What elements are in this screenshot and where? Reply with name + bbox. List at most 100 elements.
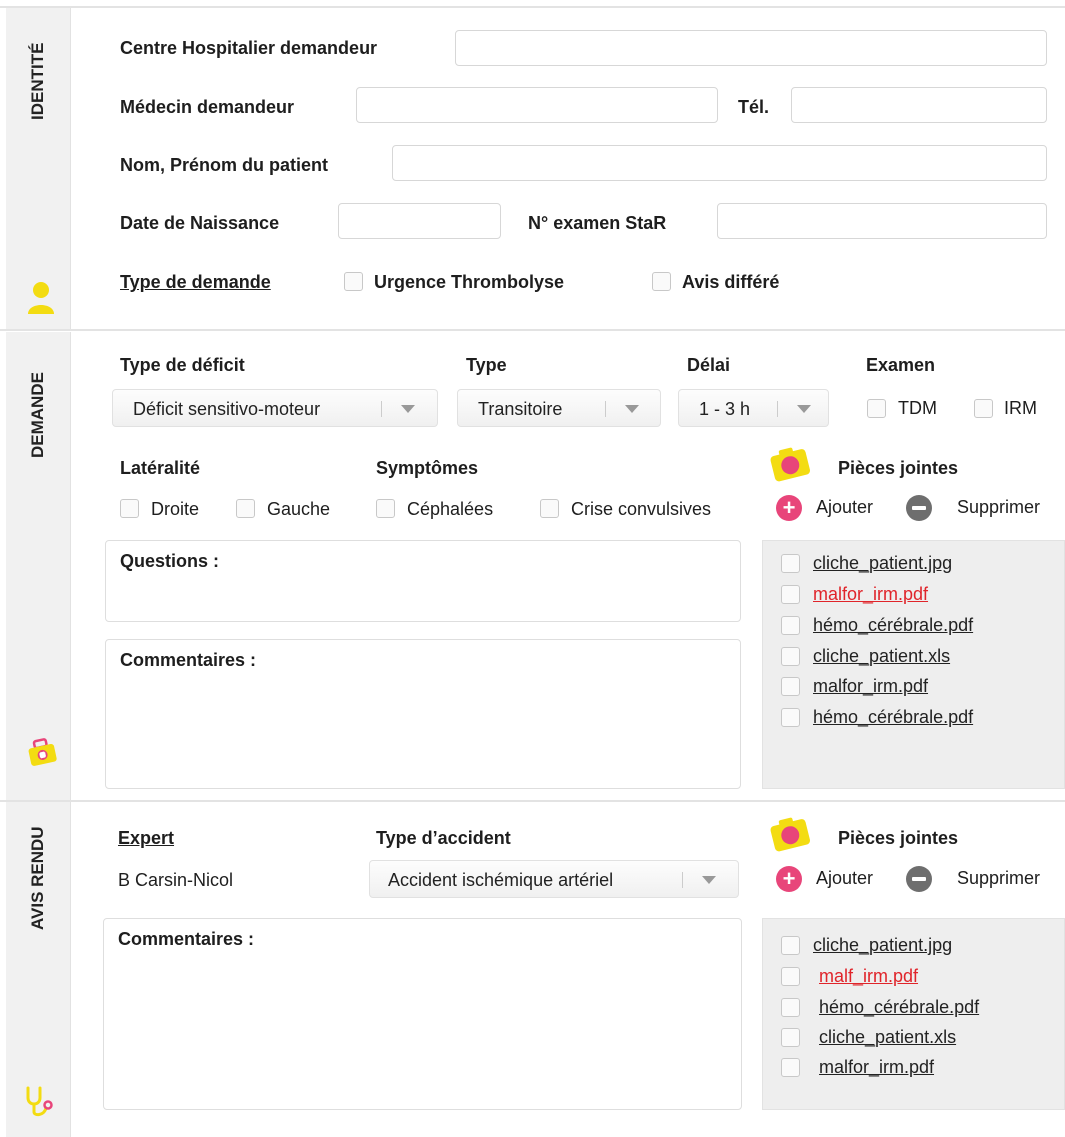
medkit-icon [28,738,57,766]
urgence-label: Urgence Thrombolyse [374,272,565,292]
demande-commentaires-textarea[interactable]: Commentaires : [105,639,741,789]
commentaires-label: Commentaires : [118,929,255,949]
gauche-checkbox[interactable] [236,499,255,518]
examen-star-label: N° examen StaR [528,213,667,233]
remove-attachment-button[interactable] [906,866,932,892]
examen-label: Examen [866,355,936,375]
attachment-link[interactable]: malf_irm.pdf [819,966,918,987]
chevron-down-icon [401,405,415,413]
gauche-label: Gauche [267,499,331,519]
section-divider [0,800,1065,802]
commentaires-label: Commentaires : [120,650,257,670]
naissance-input[interactable] [338,203,501,239]
type-label: Type [466,355,507,375]
pieces-jointes-label: Pièces jointes [838,828,959,848]
attachment-checkbox[interactable] [781,1058,800,1077]
tab-avis-rendu-label: AVIS RENDU [28,826,47,930]
chevron-down-icon [702,876,716,884]
irm-label: IRM [1004,398,1037,418]
examen-star-input[interactable] [717,203,1047,239]
tdm-label: TDM [898,398,937,418]
attachment-checkbox[interactable] [781,585,800,604]
ajouter-label[interactable]: Ajouter [816,497,873,518]
attachment-link[interactable]: cliche_patient.xls [813,646,950,667]
add-attachment-button[interactable]: + [776,495,802,521]
tab-identite[interactable]: IDENTITÉ [6,8,71,330]
tab-demande-label: DEMANDE [28,372,47,458]
attachment-link[interactable]: hémo_cérébrale.pdf [813,707,973,728]
attachment-link[interactable]: hémo_cérébrale.pdf [819,997,979,1018]
centre-hospitalier-input[interactable] [455,30,1047,66]
medecin-label: Médecin demandeur [120,97,295,117]
symptomes-label: Symptômes [376,458,479,478]
attachment-link[interactable]: malfor_irm.pdf [813,676,928,697]
avis-differe-checkbox[interactable] [652,272,671,291]
remove-attachment-button[interactable] [906,495,932,521]
attachment-link[interactable]: malfor_irm.pdf [813,584,928,605]
avis-commentaires-textarea[interactable]: Commentaires : [103,918,742,1110]
attachment-checkbox[interactable] [781,554,800,573]
avis-differe-label: Avis différé [682,272,780,292]
deficit-select-value: Déficit sensitivo-moteur [133,399,321,419]
attachment-checkbox[interactable] [781,647,800,666]
chevron-down-icon [625,405,639,413]
expert-label: Expert [118,828,175,848]
camera-icon [770,447,811,482]
crise-checkbox[interactable] [540,499,559,518]
deficit-select[interactable]: Déficit sensitivo-moteur [112,389,438,427]
add-attachment-button[interactable]: + [776,866,802,892]
attachment-link[interactable]: cliche_patient.jpg [813,553,952,574]
cephalees-checkbox[interactable] [376,499,395,518]
tdm-checkbox[interactable] [867,399,886,418]
user-icon [28,282,54,314]
attachment-link[interactable]: malfor_irm.pdf [819,1057,934,1078]
attachment-link[interactable]: hémo_cérébrale.pdf [813,615,973,636]
tab-demande[interactable]: DEMANDE [6,332,71,800]
chevron-down-icon [797,405,811,413]
deficit-label: Type de déficit [120,355,245,375]
tab-avis-rendu[interactable]: AVIS RENDU [6,802,71,1137]
droite-checkbox[interactable] [120,499,139,518]
pieces-jointes-label: Pièces jointes [838,458,959,478]
lateralite-label: Latéralité [120,458,201,478]
ajouter-label[interactable]: Ajouter [816,868,873,889]
accident-select-value: Accident ischémique artériel [388,870,614,890]
naissance-label: Date de Naissance [120,213,280,233]
irm-checkbox[interactable] [974,399,993,418]
crise-label: Crise convulsives [571,499,712,519]
type-demande-label: Type de demande [120,272,271,292]
delai-select[interactable]: 1 - 3 h [678,389,829,427]
attachment-checkbox[interactable] [781,677,800,696]
supprimer-label[interactable]: Supprimer [957,497,1040,518]
attachment-checkbox[interactable] [781,998,800,1017]
patient-label: Nom, Prénom du patient [120,155,329,175]
camera-icon [770,817,811,852]
delai-select-value: 1 - 3 h [699,399,751,419]
type-select-value: Transitoire [478,399,563,419]
attachment-checkbox[interactable] [781,616,800,635]
avis-attachments-list: cliche_patient.jpg malf_irm.pdf hémo_cér… [762,918,1065,1110]
attachment-checkbox[interactable] [781,1028,800,1047]
tel-label: Tél. [738,97,770,117]
attachment-link[interactable]: cliche_patient.xls [819,1027,956,1048]
demande-attachments-list: cliche_patient.jpg malfor_irm.pdf hémo_c… [762,540,1065,789]
cephalees-label: Céphalées [407,499,494,519]
tab-identite-label: IDENTITÉ [28,42,47,120]
attachment-checkbox[interactable] [781,936,800,955]
questions-label: Questions : [120,551,220,571]
delai-label: Délai [687,355,731,375]
type-select[interactable]: Transitoire [457,389,661,427]
attachment-checkbox[interactable] [781,708,800,727]
supprimer-label[interactable]: Supprimer [957,868,1040,889]
droite-label: Droite [151,499,200,519]
urgence-checkbox[interactable] [344,272,363,291]
medecin-input[interactable] [356,87,718,123]
tel-input[interactable] [791,87,1047,123]
patient-input[interactable] [392,145,1047,181]
section-divider [0,329,1065,331]
attachment-link[interactable]: cliche_patient.jpg [813,935,952,956]
accident-select[interactable]: Accident ischémique artériel [369,860,739,898]
questions-textarea[interactable]: Questions : [105,540,741,622]
attachment-checkbox[interactable] [781,967,800,986]
expert-value: B Carsin-Nicol [118,870,234,890]
